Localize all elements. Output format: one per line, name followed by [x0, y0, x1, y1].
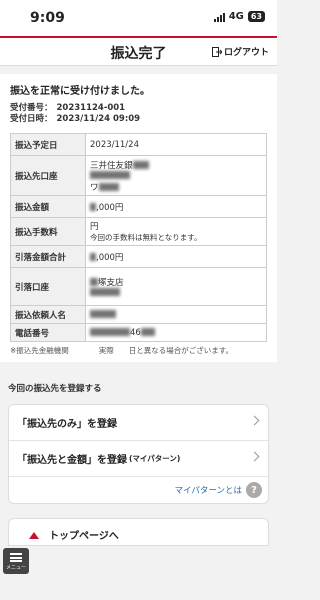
menu-icon	[10, 552, 22, 564]
table-row: 振込先口座 三井住友銀ワ	[10, 155, 267, 196]
register-section-title: 今回の振込先を登録する	[8, 384, 102, 394]
result-message: 振込を正常に受け付けました。	[10, 86, 150, 97]
register-payee-only-button[interactable]: 「振込先のみ」を登録	[9, 405, 268, 441]
menu-label: メニュー	[5, 564, 26, 571]
detail-value-text: 46	[130, 327, 141, 338]
network-label: 4G	[228, 11, 244, 22]
redacted	[132, 161, 149, 169]
table-row: 電話番号 46	[10, 323, 267, 342]
option-label: 「振込先と金額」を登録	[17, 455, 127, 466]
redacted	[90, 203, 96, 211]
detail-value: 2023/11/24	[85, 133, 267, 156]
datetime-label: 受付日時：	[10, 114, 53, 124]
detail-key: 振込金額	[10, 195, 86, 218]
detail-key: 振込先口座	[10, 155, 86, 196]
table-row: 振込金額 ,000円	[10, 195, 267, 218]
table-row: 振込予定日 2023/11/24	[10, 133, 267, 156]
detail-value-text: 塚支店	[98, 277, 124, 288]
logout-button[interactable]: ログアウト	[211, 45, 269, 58]
page-header: 振込完了 ログアウト	[0, 36, 277, 66]
redacted	[90, 278, 98, 286]
table-row: 振込手数料円今回の手数料は無料となります。	[10, 217, 267, 246]
detail-key: 引落金額合計	[10, 245, 86, 268]
top-page-button[interactable]: トップページへ	[8, 518, 269, 546]
detail-key: 振込手数料	[10, 217, 86, 246]
detail-value-text: 円	[90, 222, 99, 232]
top-page-label: トップページへ	[49, 531, 119, 542]
status-time: 9:09	[30, 10, 65, 26]
table-row: 引落金額合計 ,000円	[10, 245, 267, 268]
detail-value: ,000円	[85, 195, 267, 218]
battery-icon: 63	[247, 11, 265, 22]
detail-key: 振込依頼人名	[10, 305, 86, 324]
detail-key: 電話番号	[10, 323, 86, 342]
receipt-datetime: 受付日時： 2023/11/24 09:09	[10, 114, 267, 125]
detail-value: ,000円	[85, 245, 267, 268]
detail-value	[85, 305, 267, 324]
home-icon	[29, 529, 39, 539]
disclaimer-note: ※振込先金融機関 実際 日と異なる場合がございます。	[10, 346, 234, 355]
datetime-value: 2023/11/24 09:09	[56, 114, 141, 124]
detail-value: 塚支店	[85, 267, 267, 306]
mypattern-help: マイパターンとは ?	[9, 477, 268, 503]
fee-note: 今回の手数料は無料となります。	[90, 233, 202, 242]
menu-button[interactable]: メニュー	[3, 548, 29, 574]
detail-extra: ワ	[90, 182, 99, 193]
redacted	[98, 183, 119, 191]
help-icon[interactable]: ?	[246, 482, 262, 498]
register-payee-amount-button[interactable]: 「振込先と金額」を登録 (マイパターン)	[9, 441, 268, 477]
detail-key: 振込予定日	[10, 133, 86, 156]
receipt-label: 受付番号：	[10, 103, 53, 113]
logout-icon	[211, 46, 222, 57]
detail-value-text: ,000円	[96, 202, 124, 213]
redacted	[90, 171, 130, 179]
detail-value: 三井住友銀ワ	[85, 155, 267, 196]
detail-value-text: ,000円	[96, 252, 124, 263]
signal-icon	[213, 12, 225, 22]
detail-key: 引落口座	[10, 267, 86, 306]
option-label: 「振込先のみ」を登録	[17, 419, 117, 430]
receipt-number: 受付番号： 20231124-001	[10, 103, 267, 114]
redacted	[90, 328, 130, 336]
result-card: 振込を正常に受け付けました。 受付番号： 20231124-001 受付日時： 20…	[0, 74, 277, 362]
chevron-right-icon	[249, 451, 260, 462]
table-row: 引落口座 塚支店	[10, 267, 267, 306]
mypattern-link[interactable]: マイパターンとは	[175, 484, 242, 496]
option-sublabel: (マイパターン)	[129, 454, 181, 463]
status-indicators: 4G 63	[213, 11, 265, 22]
detail-value: 46	[85, 323, 267, 342]
redacted	[90, 310, 116, 318]
redacted	[140, 328, 155, 336]
redacted	[90, 288, 120, 296]
detail-value: 円今回の手数料は無料となります。	[85, 217, 267, 246]
transfer-details-table: 振込予定日 2023/11/24 振込先口座 三井住友銀ワ 振込金額 ,000円 振込…	[10, 133, 267, 342]
receipt-value: 20231124-001	[56, 103, 126, 113]
redacted	[90, 253, 96, 261]
status-bar: 9:09 4G 63	[0, 0, 277, 36]
logout-label: ログアウト	[223, 48, 269, 58]
register-options: 「振込先のみ」を登録 「振込先と金額」を登録 (マイパターン) マイパターンとは …	[8, 404, 269, 504]
table-row: 振込依頼人名	[10, 305, 267, 324]
chevron-right-icon	[249, 415, 260, 426]
detail-value-text: 三井住友銀	[90, 160, 133, 171]
